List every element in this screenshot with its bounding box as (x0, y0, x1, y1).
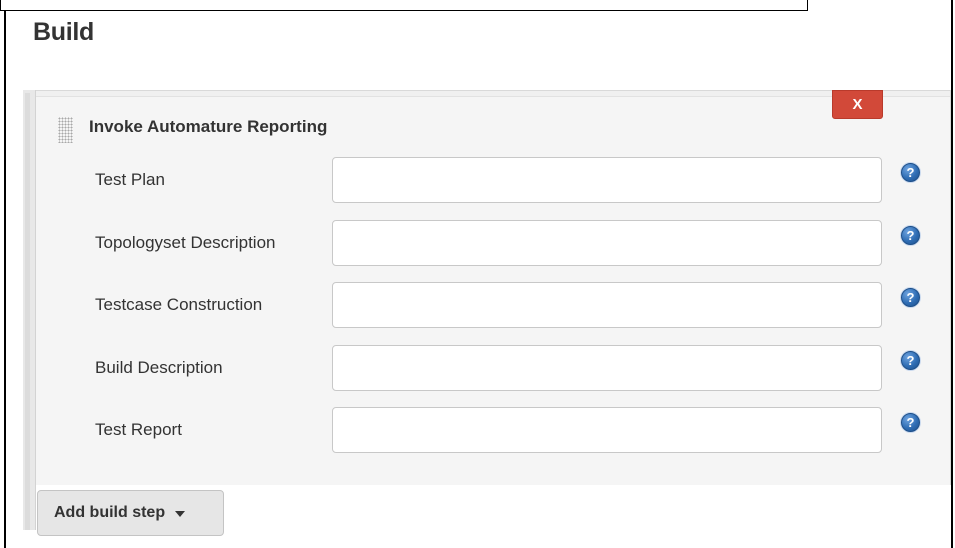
left-frame-edge (4, 11, 6, 548)
help-glyph: ? (906, 290, 915, 305)
field-label: Test Plan (95, 170, 165, 189)
add-build-step-label: Add build step (54, 504, 166, 521)
testcase-construction-input[interactable] (332, 282, 882, 328)
help-glyph: ? (906, 165, 915, 180)
question-circle-icon[interactable]: ? (901, 163, 920, 182)
delete-step-button[interactable]: X (832, 90, 883, 119)
help-glyph: ? (906, 228, 915, 243)
add-build-step-button[interactable]: Add build step (37, 490, 224, 536)
drag-handle-icon[interactable] (58, 117, 73, 143)
field-row-test-report: Test Report ? (0, 407, 955, 455)
section-title: Build (33, 18, 94, 46)
help-glyph: ? (906, 353, 915, 368)
test-report-input[interactable] (332, 407, 882, 453)
caret-down-icon (175, 511, 186, 517)
field-row-build-description: Build Description ? (0, 345, 955, 393)
field-label: Topologyset Description (95, 233, 276, 252)
question-circle-icon[interactable]: ? (901, 413, 920, 432)
close-icon: X (852, 96, 863, 113)
test-plan-input[interactable] (332, 157, 882, 203)
top-frame-strip (0, 0, 808, 11)
field-row-test-plan: Test Plan ? (0, 157, 955, 205)
field-label: Build Description (95, 358, 223, 377)
field-row-testcase-construction: Testcase Construction ? (0, 282, 955, 330)
question-circle-icon[interactable]: ? (901, 226, 920, 245)
topologyset-description-input[interactable] (332, 220, 882, 266)
field-row-topologyset-description: Topologyset Description ? (0, 220, 955, 268)
question-circle-icon[interactable]: ? (901, 351, 920, 370)
question-circle-icon[interactable]: ? (901, 288, 920, 307)
build-description-input[interactable] (332, 345, 882, 391)
help-glyph: ? (906, 415, 915, 430)
right-frame-edge (951, 0, 953, 548)
build-step-title: Invoke Automature Reporting (89, 117, 328, 136)
field-label: Testcase Construction (95, 295, 263, 314)
field-label: Test Report (95, 420, 182, 439)
